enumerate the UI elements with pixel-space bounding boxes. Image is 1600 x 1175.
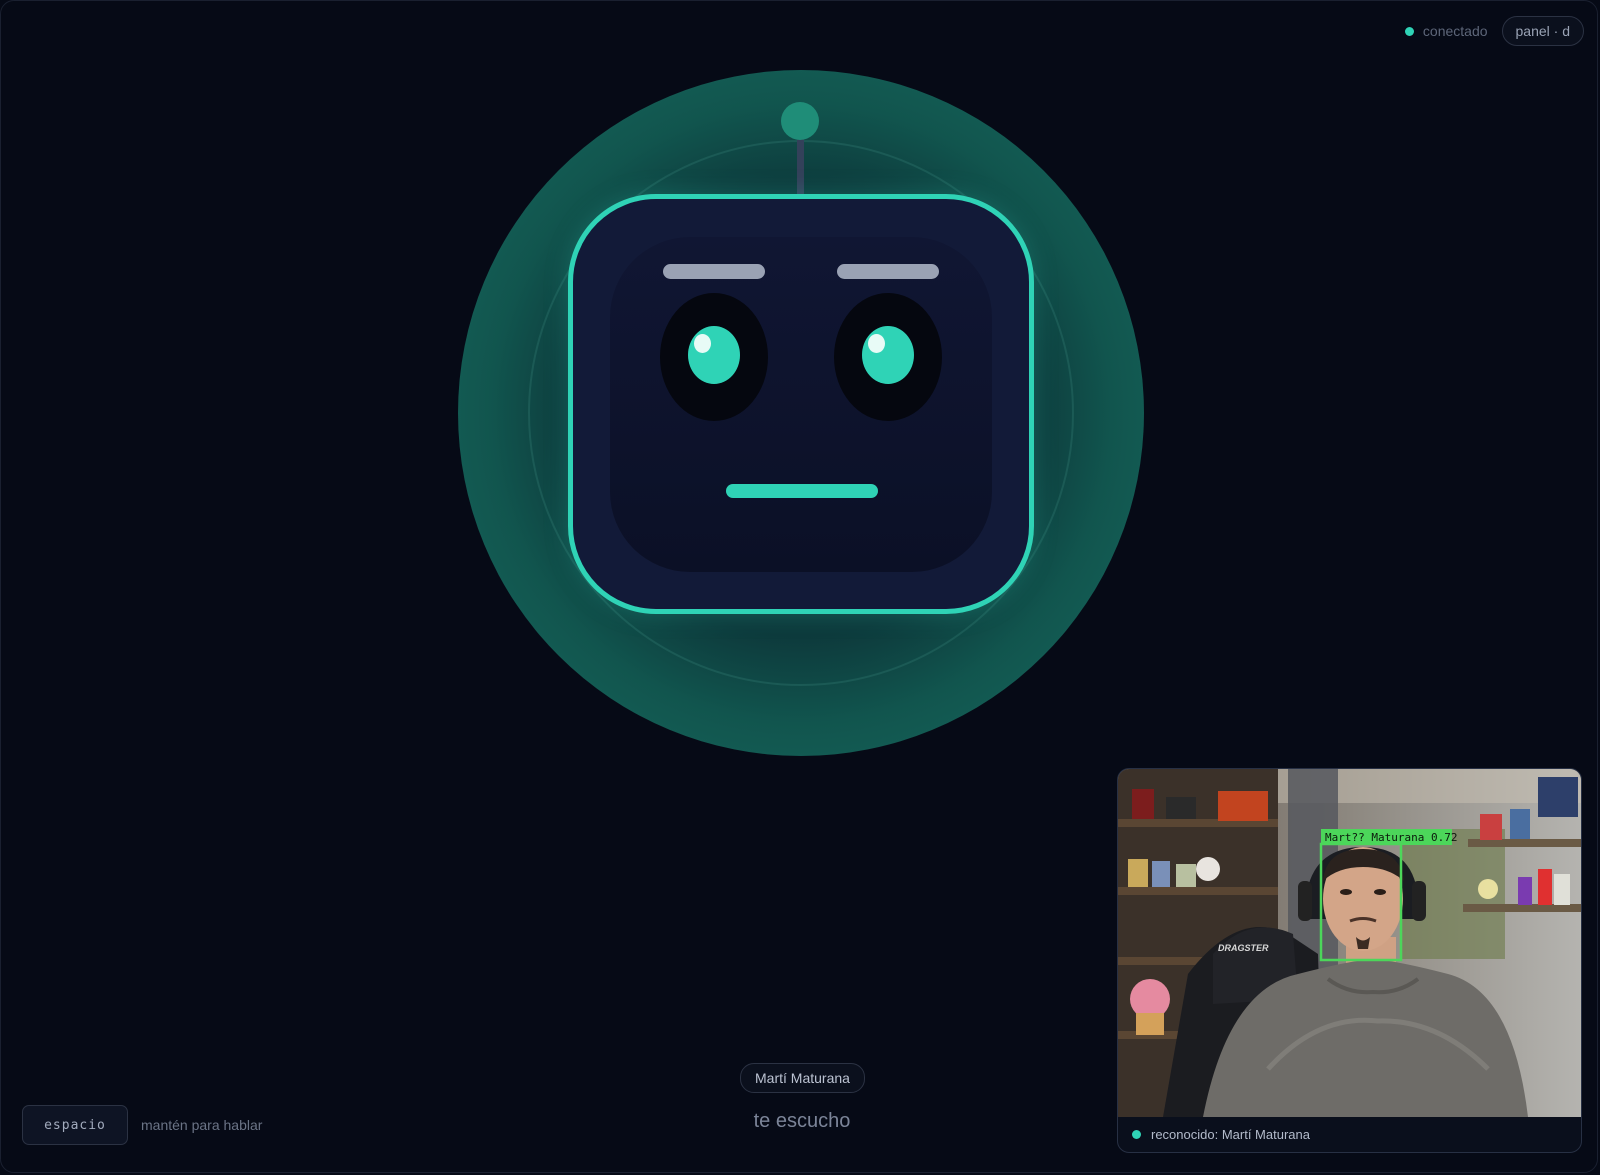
face-detection-label: Mart?? Maturana 0.72 — [1325, 831, 1457, 844]
robot-right-eye — [862, 326, 914, 384]
robot-left-eye — [688, 326, 740, 384]
camera-feed: DRAGSTER Mart?? Maturana 0.72 — [1118, 769, 1581, 1117]
connected-dot-icon — [1404, 26, 1414, 36]
recognized-user-badge: Martí Maturana — [740, 1063, 865, 1093]
recognized-dot-icon — [1132, 1130, 1141, 1139]
panel-button[interactable]: panel · d — [1501, 16, 1584, 46]
connection-label: conectado — [1422, 23, 1488, 39]
push-to-talk-hint: mantén para hablar — [141, 1117, 263, 1133]
push-to-talk-key[interactable]: espacio — [22, 1105, 128, 1145]
robot-antenna-ball — [781, 102, 819, 140]
camera-panel: DRAGSTER Mart?? Maturana 0.72 reconocido… — [1117, 768, 1582, 1153]
status-bar: conectado panel · d — [1404, 16, 1584, 46]
chair-logo-text: DRAGSTER — [1218, 943, 1269, 953]
robot-face — [610, 237, 992, 572]
recognition-status: reconocido: Martí Maturana — [1151, 1127, 1310, 1142]
robot-right-eyebrow — [837, 264, 939, 279]
connection-status: conectado — [1404, 23, 1488, 39]
robot-left-eye-glint — [694, 334, 711, 353]
robot-left-eyebrow — [663, 264, 765, 279]
robot-right-eye-glint — [868, 334, 885, 353]
camera-caption: reconocido: Martí Maturana — [1132, 1127, 1310, 1142]
robot-mouth — [726, 484, 878, 498]
